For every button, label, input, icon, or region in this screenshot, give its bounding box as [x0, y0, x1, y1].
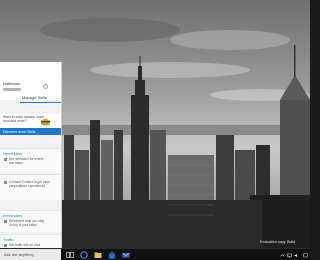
skill-card-desc: and tasks [9, 161, 23, 165]
mail-icon[interactable] [122, 251, 130, 259]
chevron-up-icon[interactable] [280, 253, 285, 258]
store-icon[interactable] [108, 251, 116, 259]
notifications-icon[interactable] [303, 253, 308, 258]
evaluation-watermark: Evaluation copy. Build [260, 240, 296, 244]
header-placeholder-bar [3, 88, 21, 91]
calendar-icon [4, 158, 7, 161]
intro-line: food and more? [3, 119, 27, 123]
file-explorer-icon[interactable] [94, 251, 102, 259]
volume-icon[interactable] [294, 253, 299, 258]
discover-skills-button[interactable]: Discover more Skills [0, 128, 61, 135]
skill-card-title: Reminders [3, 213, 23, 218]
skill-card[interactable]: Reminders Set reminders for events and t… [0, 148, 61, 172]
skill-card-title: Traffic [3, 237, 14, 242]
skill-card[interactable]: Connect Cortana to get more personalized… [0, 174, 61, 200]
skill-card-desc: personalized experiences [9, 184, 46, 188]
settings-icon[interactable] [43, 84, 48, 89]
skill-card[interactable]: Reminders Reminders help you stay on top… [0, 210, 61, 232]
taskbar: Ask me anything [0, 248, 310, 260]
network-icon[interactable] [287, 253, 292, 258]
bell-icon [4, 220, 7, 223]
car-icon [4, 244, 7, 247]
skill-card-desc: on top of your tasks [9, 223, 37, 227]
skill-card[interactable]: Traffic Get traffic info for your commut… [0, 234, 61, 248]
panel-header-title: Notebook [3, 81, 21, 86]
tab-underline [20, 102, 61, 103]
edge-icon[interactable] [80, 251, 88, 259]
link-icon [4, 181, 7, 184]
burger-icon [41, 118, 50, 126]
search-box[interactable]: Ask me anything [0, 249, 61, 260]
task-view-icon[interactable] [66, 251, 74, 259]
system-tray [280, 251, 308, 259]
tab-manage-skills[interactable]: Manage Skills [22, 95, 47, 100]
discover-skills-label: Discover more Skills [3, 129, 36, 134]
panel-header: Notebook Manage Skills [0, 62, 61, 103]
skill-card-title: Reminders [3, 151, 23, 156]
cortana-panel: Notebook Manage Skills Want to track mov… [0, 62, 62, 248]
search-placeholder: Ask me anything [4, 252, 34, 257]
